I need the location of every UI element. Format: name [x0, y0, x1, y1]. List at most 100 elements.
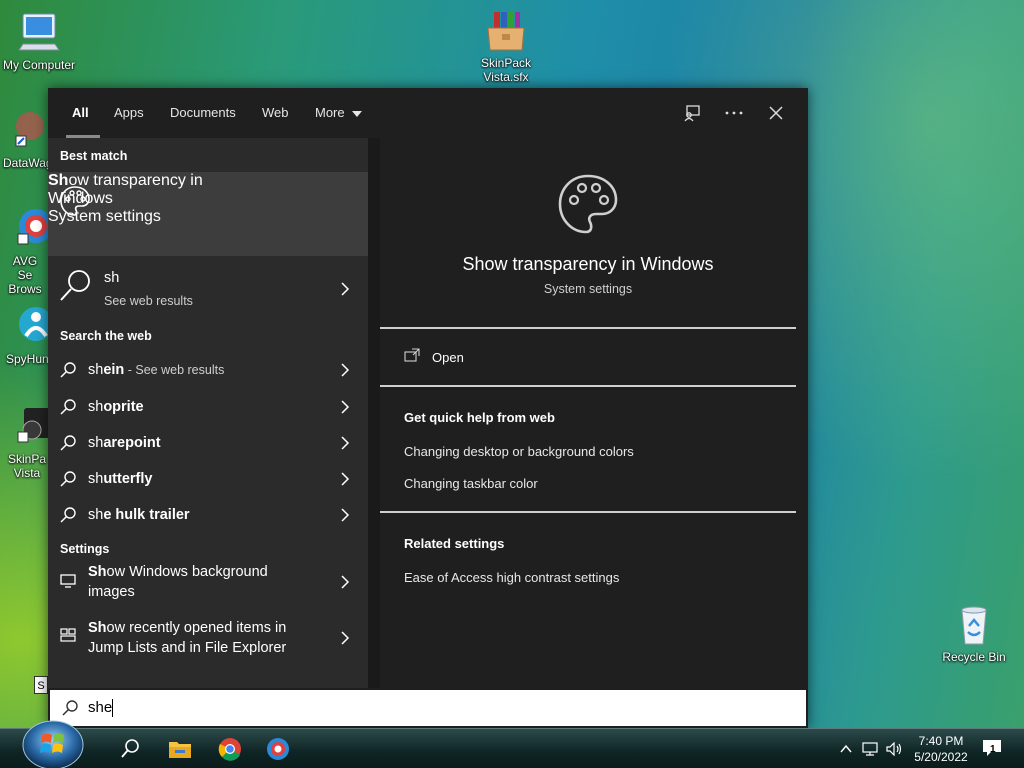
search-icon [60, 362, 76, 378]
web-suggestion-text: shein - See web results [88, 362, 225, 378]
detail-divider [380, 327, 796, 329]
tab-apps[interactable]: Apps [114, 105, 144, 120]
desktop-icon-skinpack-vista[interactable]: SkinPa Vista [0, 404, 50, 480]
result-detail-pane: Show transparency in Windows System sett… [380, 152, 796, 688]
recycle-bin-icon [952, 602, 996, 646]
close-button[interactable] [762, 100, 790, 126]
detail-divider [380, 385, 796, 387]
chevron-right-icon [341, 400, 350, 414]
open-label: Open [432, 350, 464, 365]
search-icon [60, 507, 76, 523]
search-icon [62, 700, 78, 716]
desktop-icon-label: AVG Se Brows [8, 254, 42, 296]
search-icon [60, 399, 76, 415]
detail-subtitle: System settings [543, 282, 633, 296]
web-results-row[interactable]: sh See web results [48, 258, 368, 326]
web-suggestion-item[interactable]: shoprite [48, 389, 368, 425]
settings-result-title: Show recently opened items in Jump Lists… [88, 620, 287, 656]
section-heading-search-web: Search the web [60, 329, 152, 343]
open-icon [404, 348, 420, 362]
desktop-icon-skinpack-vista-sfx[interactable]: SkinPack Vista.sfx [464, 8, 548, 84]
avg-browser-icon [267, 738, 289, 760]
taskbar-search-button[interactable] [116, 735, 144, 763]
web-results-subtitle: See web results [104, 294, 193, 308]
search-icon [60, 435, 76, 451]
related-settings-link[interactable]: Ease of Access high contrast settings [404, 570, 619, 585]
quick-help-heading: Get quick help from web [404, 410, 555, 425]
jump-list-icon [60, 628, 76, 642]
text-caret [112, 699, 113, 717]
close-icon [769, 106, 783, 120]
web-suggestion-text: sharepoint [88, 435, 161, 451]
feedback-button[interactable] [678, 100, 706, 126]
quick-help-link[interactable]: Changing desktop or background colors [404, 444, 634, 459]
start-button[interactable] [20, 717, 86, 768]
web-suggestion-text: shoprite [88, 399, 144, 415]
chevron-right-icon [341, 282, 350, 296]
chevron-right-icon [341, 363, 350, 377]
desktop-icon-stub: S [34, 676, 48, 694]
web-suggestion-text: she hulk trailer [88, 507, 190, 523]
tab-more-label: More [315, 105, 345, 120]
chevron-right-icon [341, 631, 350, 645]
pane-separator [368, 138, 380, 688]
search-panel: All Apps Documents Web More Best match S… [48, 88, 808, 728]
desktop-icon-label: My Computer [2, 58, 76, 72]
windows-orb-icon [22, 720, 84, 768]
web-suggestion-item[interactable]: shutterfly [48, 461, 368, 497]
search-input[interactable]: she [88, 699, 112, 716]
network-icon[interactable] [862, 742, 878, 756]
notification-center-button[interactable]: 1 [982, 739, 1004, 761]
related-settings-heading: Related settings [404, 536, 505, 551]
open-action[interactable]: Open [380, 334, 796, 382]
tab-web[interactable]: Web [262, 105, 289, 120]
taskbar-chrome[interactable] [216, 735, 244, 763]
web-suggestion-item[interactable]: she hulk trailer [48, 497, 368, 533]
more-options-button[interactable] [720, 100, 748, 126]
desktop-icon-datawag[interactable]: DataWag [0, 108, 53, 170]
monitor-icon [60, 574, 76, 588]
search-box[interactable]: she [50, 690, 806, 726]
caret-down-icon [352, 110, 363, 117]
detail-title: Show transparency in Windows [462, 254, 714, 274]
volume-icon[interactable] [886, 742, 904, 756]
search-icon [60, 270, 90, 301]
clock[interactable]: 7:40 PM 5/20/2022 [910, 733, 972, 765]
ellipsis-icon [725, 111, 743, 115]
chevron-right-icon [341, 472, 350, 486]
detail-divider [380, 511, 796, 513]
clock-date: 5/20/2022 [914, 750, 968, 764]
desktop-icon-label: SkinPack Vista.sfx [480, 56, 532, 84]
quick-help-link[interactable]: Changing taskbar color [404, 476, 538, 491]
search-icon [60, 471, 76, 487]
taskbar: 7:40 PM 5/20/2022 1 [0, 720, 1024, 768]
web-suggestion-text: shutterfly [88, 471, 153, 487]
desktop-icon-label: SkinPa Vista [8, 452, 47, 480]
search-tabs-bar: All Apps Documents Web More [48, 88, 808, 138]
computer-icon [17, 10, 61, 54]
settings-result-item[interactable]: Show Windows background images [48, 562, 368, 616]
tab-documents[interactable]: Documents [170, 105, 236, 120]
feedback-icon [684, 105, 700, 122]
web-suggestion-item[interactable]: sharepoint [48, 425, 368, 461]
taskbar-avg-browser[interactable] [264, 735, 292, 763]
tab-more[interactable]: More [315, 105, 363, 120]
tab-all[interactable]: All [72, 105, 89, 120]
web-suggestion-item[interactable]: shein - See web results [48, 352, 368, 388]
archive-icon [484, 8, 528, 52]
best-match-result[interactable]: Show transparency in Windows System sett… [48, 172, 368, 256]
chrome-icon [218, 738, 241, 761]
taskbar-file-explorer[interactable] [166, 735, 194, 763]
chevron-right-icon [341, 508, 350, 522]
desktop-icon-avg-secure-browser[interactable]: AVG Se Brows [0, 206, 53, 296]
settings-result-title: Show Windows background images [88, 564, 268, 600]
desktop-icon-my-computer[interactable]: My Computer [0, 10, 81, 72]
chevron-up-icon[interactable] [840, 744, 852, 754]
palette-icon [558, 174, 618, 234]
best-match-subtitle: System settings [48, 208, 161, 225]
desktop-icon-recycle-bin[interactable]: Recycle Bin [932, 602, 1016, 664]
section-heading-settings: Settings [60, 542, 110, 556]
settings-result-item[interactable]: Show recently opened items in Jump Lists… [48, 618, 368, 672]
desktop-icon-spyhunter[interactable]: SpyHun [0, 304, 53, 366]
clock-time: 7:40 PM [918, 734, 964, 748]
